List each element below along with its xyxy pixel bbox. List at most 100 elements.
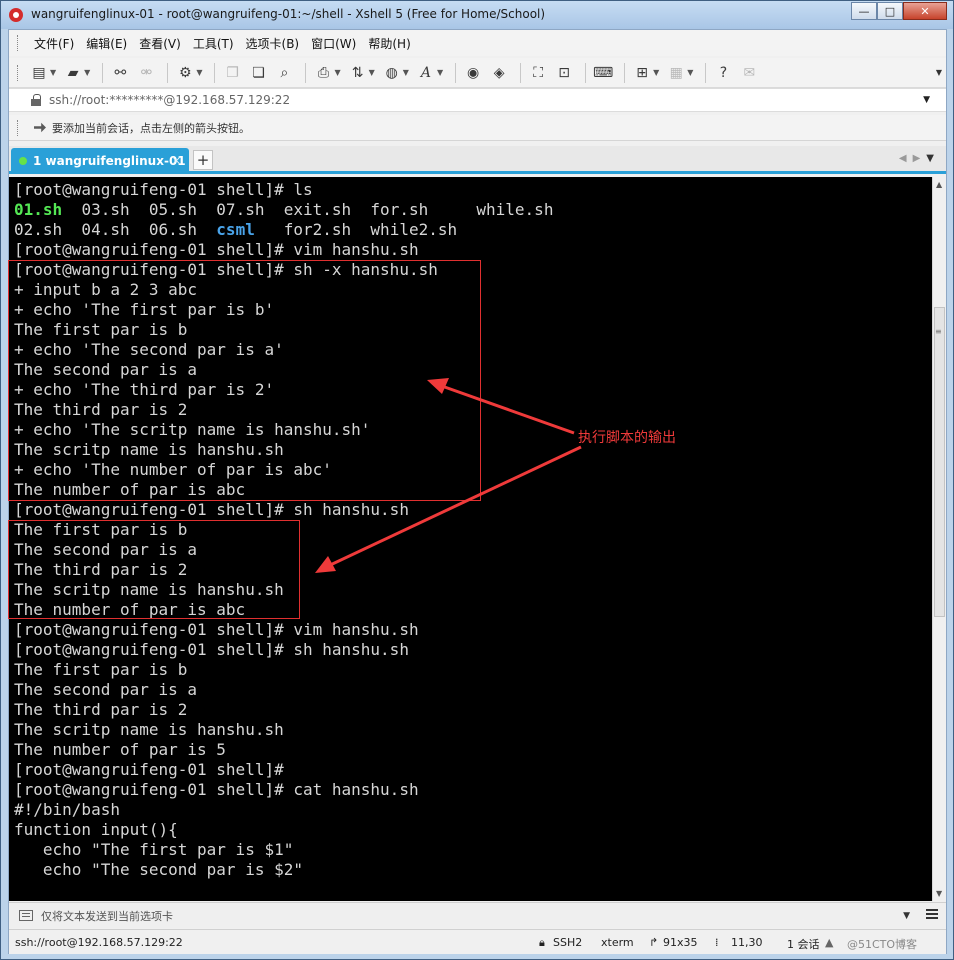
reconnect-icon[interactable]: ⚯ [109, 63, 131, 83]
open-folder-icon[interactable]: ▰ [62, 63, 84, 83]
new-session-icon[interactable]: ▤ [28, 63, 50, 83]
status-sessions: 1 会话 [787, 938, 820, 951]
compose-placeholder[interactable]: 仅将文本发送到当前选项卡 [41, 908, 173, 924]
hamburger-menu-icon[interactable] [924, 907, 940, 923]
terminal-line: function input(){ [14, 820, 178, 839]
copy-icon[interactable]: ❐ [221, 63, 243, 83]
tab-close-icon[interactable]: × [172, 154, 181, 167]
terminal-line: [root@wangruifeng-01 shell]# [14, 760, 294, 779]
file-list: 02.sh 04.sh 06.sh [14, 220, 217, 239]
menu-tools[interactable]: 工具(T) [187, 35, 240, 52]
xshell-app-icon [9, 8, 23, 22]
xftp-icon[interactable]: ◉ [462, 63, 484, 83]
chevron-down-icon[interactable]: ▼ [50, 68, 56, 77]
directory-entry: csml [216, 220, 255, 239]
file-list: 03.sh 05.sh 07.sh exit.sh for.sh while.s… [62, 200, 554, 219]
new-tab-button[interactable]: + [193, 150, 213, 170]
layout-icon[interactable]: ▦ [665, 63, 687, 83]
terminal-line: [root@wangruifeng-01 shell]# ls [14, 180, 313, 199]
chat-icon[interactable]: ✉ [738, 63, 760, 83]
toolbar-divider [585, 62, 587, 83]
chevron-down-icon[interactable]: ▼ [369, 68, 375, 77]
hint-text: 要添加当前会话，点击左侧的箭头按钮。 [52, 121, 250, 135]
disconnect-icon[interactable]: ⚮ [135, 63, 157, 83]
chevron-down-icon[interactable]: ▼ [653, 68, 659, 77]
menu-help[interactable]: 帮助(H) [362, 35, 416, 52]
menu-bar: 文件(F) 编辑(E) 查看(V) 工具(T) 选项卡(B) 窗口(W) 帮助(… [9, 30, 946, 56]
arrow-right-icon[interactable] [34, 122, 46, 133]
terminal-scrollbar[interactable]: ▲ ≡ ▼ [932, 177, 946, 901]
terminal-line: The third par is 2 [14, 700, 188, 719]
keyboard-icon[interactable]: ⌨ [592, 63, 614, 83]
file-list: for2.sh while2.sh [254, 220, 458, 239]
menu-edit[interactable]: 编辑(E) [80, 35, 133, 52]
scroll-down-icon[interactable]: ▼ [936, 889, 942, 898]
menu-view[interactable]: 查看(V) [133, 35, 187, 52]
xmanager-icon[interactable]: ◈ [488, 63, 510, 83]
chevron-right-icon[interactable]: ▶ [913, 153, 927, 164]
session-hint-bar: 要添加当前会话，点击左侧的箭头按钮。 [9, 115, 946, 141]
tab-bar: 1 wangruifenglinux-01 × + ◀▶▼ [9, 146, 946, 174]
annotation-box-output [8, 520, 300, 619]
xshell-window: wangruifenglinux-01 - root@wangruifeng-0… [0, 0, 954, 960]
chevron-down-icon[interactable]: ▼ [84, 68, 90, 77]
connected-status-icon [19, 157, 27, 165]
chevron-down-icon[interactable]: ▼ [437, 68, 443, 77]
close-button[interactable]: ✕ [903, 2, 947, 20]
terminal-line: [root@wangruifeng-01 shell]# vim hanshu.… [14, 240, 419, 259]
tab-session[interactable]: 1 wangruifenglinux-01 × [11, 148, 189, 174]
toolbar-divider [305, 62, 307, 83]
lock-icon[interactable]: ⊡ [553, 63, 575, 83]
chevron-down-icon[interactable]: ▼ [196, 68, 202, 77]
window-controls: — □ ✕ [851, 2, 947, 20]
resize-icon: ↱ [649, 936, 659, 949]
scrollbar-thumb[interactable] [934, 307, 945, 617]
scroll-up-icon[interactable]: ▲ [936, 180, 942, 189]
help-icon[interactable]: ? [712, 63, 734, 83]
menu-grip [17, 35, 20, 51]
paste-icon[interactable]: ❏ [247, 63, 269, 83]
font-icon[interactable]: A [415, 63, 437, 83]
toolbar: ▤ ▼ ▰ ▼ ⚯ ⚮ ⚙ ▼ ❐ ❏ ⌕ ⎙ ▼ ⇅ ▼ ◍ ▼ A ▼ ◉ ◈ ⛶ ⊡ ⌨… [9, 58, 946, 88]
status-address: ssh://root@192.168.57.129:22 [15, 936, 183, 949]
chevron-left-icon[interactable]: ◀ [899, 153, 913, 164]
tab-label[interactable]: 1 wangruifenglinux-01 [33, 154, 186, 168]
compose-icon [19, 910, 33, 921]
chevron-down-icon[interactable]: ▼ [334, 68, 340, 77]
print-icon[interactable]: ⎙ [312, 63, 334, 83]
find-icon[interactable]: ⌕ [273, 63, 295, 83]
terminal-line: 01.sh 03.sh 05.sh 07.sh exit.sh for.sh w… [14, 200, 553, 220]
watermark: @51CTO博客 [847, 938, 918, 951]
menu-window[interactable]: 窗口(W) [305, 35, 362, 52]
arrow-up-icon: ▲ [825, 936, 834, 949]
title-bar[interactable]: wangruifenglinux-01 - root@wangruifeng-0… [1, 1, 953, 29]
transfer-icon[interactable]: ⇅ [347, 63, 369, 83]
chevron-down-icon[interactable]: ▼ [687, 68, 693, 77]
properties-icon[interactable]: ⚙ [174, 63, 196, 83]
address-bar[interactable]: ssh://root:*********@192.168.57.129:22 ▼ [9, 88, 946, 112]
minimize-button[interactable]: — [851, 2, 877, 20]
address-text[interactable]: ssh://root:*********@192.168.57.129:22 [49, 93, 290, 107]
terminal-line: [root@wangruifeng-01 shell]# vim hanshu.… [14, 620, 419, 639]
globe-icon[interactable]: ◍ [381, 63, 403, 83]
compose-bar[interactable]: 仅将文本发送到当前选项卡 ▼ [9, 902, 946, 928]
toolbar-overflow-icon[interactable]: ▼ [936, 68, 942, 77]
menu-tabs[interactable]: 选项卡(B) [240, 35, 306, 52]
menu-file[interactable]: 文件(F) [28, 35, 80, 52]
chevron-down-icon[interactable]: ▼ [926, 153, 940, 164]
compose-icon[interactable]: ⊞ [631, 63, 653, 83]
terminal-line: echo "The second par is $2" [14, 860, 303, 879]
fullscreen-icon[interactable]: ⛶ [527, 63, 549, 83]
chevron-down-icon[interactable]: ▼ [923, 95, 930, 105]
scroll-grip-icon: ≡ [935, 327, 942, 336]
toolbar-divider [624, 62, 626, 83]
terminal-line: echo "The first par is $1" [14, 840, 294, 859]
terminal-line: The first par is b [14, 660, 188, 679]
tab-nav: ◀▶▼ [899, 153, 940, 164]
ssh-lock-icon: 🔒︎ [539, 936, 545, 949]
status-protocol: SSH2 [553, 936, 583, 949]
chevron-down-icon[interactable]: ▼ [903, 911, 910, 921]
maximize-button[interactable]: □ [877, 2, 903, 20]
chevron-down-icon[interactable]: ▼ [403, 68, 409, 77]
padlock-icon [31, 94, 41, 106]
